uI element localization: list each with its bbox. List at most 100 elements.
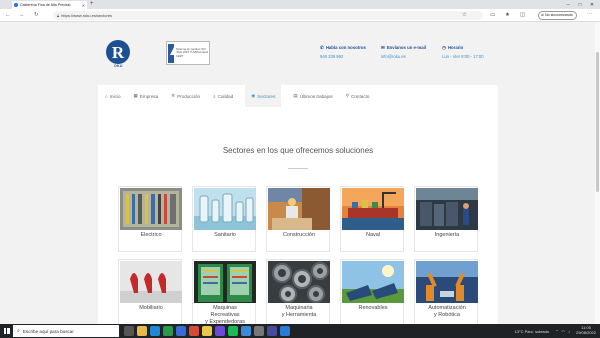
spotify-icon[interactable] [228, 326, 238, 336]
sector-card-maquinaria[interactable]: Maquinaria y Herramienta [266, 259, 330, 324]
system-tray: 13°C Parc. soleado ⌃ ◠ ♪ 11:05 29/08/202… [515, 324, 596, 338]
scrollbar-thumb[interactable] [596, 52, 599, 192]
app-icon[interactable] [267, 326, 277, 336]
edge-icon[interactable] [150, 326, 160, 336]
volume-icon[interactable]: ♪ [568, 329, 570, 334]
roku-logo[interactable]: R [106, 40, 130, 64]
close-tab-icon[interactable]: ✕ [82, 3, 85, 8]
clock[interactable]: 11:05 29/08/2022 [576, 326, 596, 335]
contact-phone: ✆ Habla con nosotros 946 339 992 [320, 45, 366, 59]
collections-icon[interactable]: ▭ [490, 12, 495, 19]
nav-item-label: Empresa [139, 93, 159, 99]
sector-label: Naval [365, 232, 381, 238]
extensions-icon[interactable]: ◫ [520, 12, 525, 19]
start-button[interactable] [0, 324, 13, 338]
nav-item-label: Producción [177, 93, 201, 99]
excel-icon[interactable] [163, 326, 173, 336]
certificate-text: Sistema de Gestión ISO 9001:2015 TÜVRhei… [175, 46, 208, 58]
page-title: Sectores en los que ofrecemos soluciones [222, 146, 374, 155]
taskbar-search[interactable]: ⌕ Escribe aquí para buscar [13, 325, 119, 337]
logo-letter: R [111, 42, 125, 62]
back-icon[interactable]: ← [5, 12, 11, 19]
word-icon[interactable] [176, 326, 186, 336]
chrome-icon[interactable] [202, 326, 212, 336]
sector-label: Mobiliario [139, 305, 163, 311]
sectors-section: Sectores en los que ofrecemos soluciones… [98, 107, 498, 324]
lock-icon: 🔒︎ [57, 13, 60, 18]
sector-card-construccion[interactable]: Construcción [266, 186, 330, 252]
network-icon[interactable]: ◠ [561, 329, 565, 334]
nav-item-label: Últimos trabajos [299, 93, 333, 99]
nav-item-label: Calidad [217, 93, 234, 99]
nav-item--ltimos-trabajos[interactable]: ▤ Últimos trabajos [292, 85, 333, 107]
sector-image-maquinas-recreativas [194, 261, 256, 303]
sector-card-automatizacion[interactable]: Automatización y Robótica [414, 259, 478, 324]
contact-email-value[interactable]: info@roku.es [381, 54, 426, 59]
outlook-icon[interactable] [241, 326, 251, 336]
contact-phone-value[interactable]: 946 339 992 [320, 54, 366, 59]
browser-tab[interactable]: Calderería Fina de Alta Precisió ✕ [12, 1, 87, 9]
sector-label: Sanitario [214, 232, 236, 238]
sector-card-sanitario[interactable]: Sanitario [192, 186, 256, 252]
weather-widget[interactable]: 13°C Parc. soleado [515, 329, 550, 334]
close-window-icon[interactable]: ✕ [586, 2, 598, 8]
teams-icon[interactable] [215, 326, 225, 336]
maximize-icon[interactable]: □ [574, 2, 586, 8]
chevron-up-icon[interactable]: ⌃ [555, 329, 558, 334]
search-icon: ⌕ [213, 93, 216, 99]
circle-icon: ◉ [251, 93, 256, 98]
sector-image-mobiliario [120, 261, 182, 303]
sector-image-naval [342, 188, 404, 230]
contact-phone-label: Habla con nosotros [325, 45, 366, 50]
sector-card-renovables[interactable]: Renovables [340, 259, 404, 324]
clock-icon: ◷ [442, 45, 446, 50]
more-menu-icon[interactable]: ⋯ [587, 12, 593, 19]
nav-item-label: Inicio [109, 93, 121, 99]
favorites-bar-icon[interactable]: ★ [505, 12, 510, 19]
gears-icon: ✲ [171, 93, 176, 98]
nav-item-sectores[interactable]: ◉ Sectores [245, 85, 282, 107]
building-icon: ▦ [133, 93, 138, 98]
nav-item-contacto[interactable]: ⚲ Contacto [345, 85, 371, 107]
forward-icon[interactable]: → [19, 12, 25, 19]
favicon-icon [14, 3, 18, 7]
favorites-star-icon[interactable]: ☆ [462, 12, 467, 19]
mail-icon: ✉ [381, 45, 385, 50]
search-icon: ⌕ [17, 328, 20, 334]
store-icon[interactable] [280, 326, 290, 336]
tab-title: Calderería Fina de Alta Precisió [20, 3, 71, 7]
settings-icon[interactable] [254, 326, 264, 336]
minimize-icon[interactable]: – [562, 2, 574, 8]
sector-card-ingenieria[interactable]: Ingeniería [414, 186, 478, 252]
phone-icon: ✆ [320, 45, 324, 50]
url-field[interactable]: 🔒︎ https://www.roku.es/sectores [53, 11, 483, 20]
browser-tab-bar: Calderería Fina de Alta Precisió ✕ + – □… [0, 0, 600, 9]
taskbar-apps [124, 326, 293, 336]
nav-item-calidad[interactable]: ⌕ Calidad [212, 85, 234, 107]
nav-item-producci-n[interactable]: ✲ Producción [170, 85, 201, 107]
new-tab-icon[interactable]: + [90, 1, 94, 8]
sync-button[interactable]: ⊘ No sincronizando [538, 11, 577, 20]
sector-image-sanitario [194, 188, 256, 230]
sector-card-mobiliario[interactable]: Mobiliario [118, 259, 182, 324]
sector-card-naval[interactable]: Naval [340, 186, 404, 252]
sync-label: No sincronizando [545, 13, 573, 17]
logo-subtext: OKU [114, 64, 123, 68]
tuv-logo-icon [168, 43, 178, 63]
sector-image-maquinaria [268, 261, 330, 303]
main-navigation: ⌂ Inicio ▦ Empresa ✲ Producción ⌕ Calidad ◉ Secto… [98, 85, 498, 107]
refresh-icon[interactable]: ↻ [34, 12, 39, 19]
nav-item-empresa[interactable]: ▦ Empresa [133, 85, 160, 107]
sector-label: Maquinas Recreativas y Expendedoras [205, 305, 245, 324]
web-page: R OKU Sistema de Gestión ISO 9001:2015 T… [0, 22, 600, 324]
sector-label: Renovables [358, 305, 388, 311]
file-explorer-icon[interactable] [137, 326, 147, 336]
page-scrollbar[interactable] [595, 22, 600, 324]
sector-card-maquinas-recreativas[interactable]: Maquinas Recreativas y Expendedoras [192, 259, 256, 324]
task-view-icon[interactable] [124, 326, 134, 336]
contact-email-label: Envíanos un e-mail [386, 45, 426, 50]
nav-item-inicio[interactable]: ⌂ Inicio [104, 85, 122, 107]
sector-card-electrico[interactable]: Electrico [118, 186, 182, 252]
contact-hours-label: Horario [447, 45, 464, 50]
powerpoint-icon[interactable] [189, 326, 199, 336]
